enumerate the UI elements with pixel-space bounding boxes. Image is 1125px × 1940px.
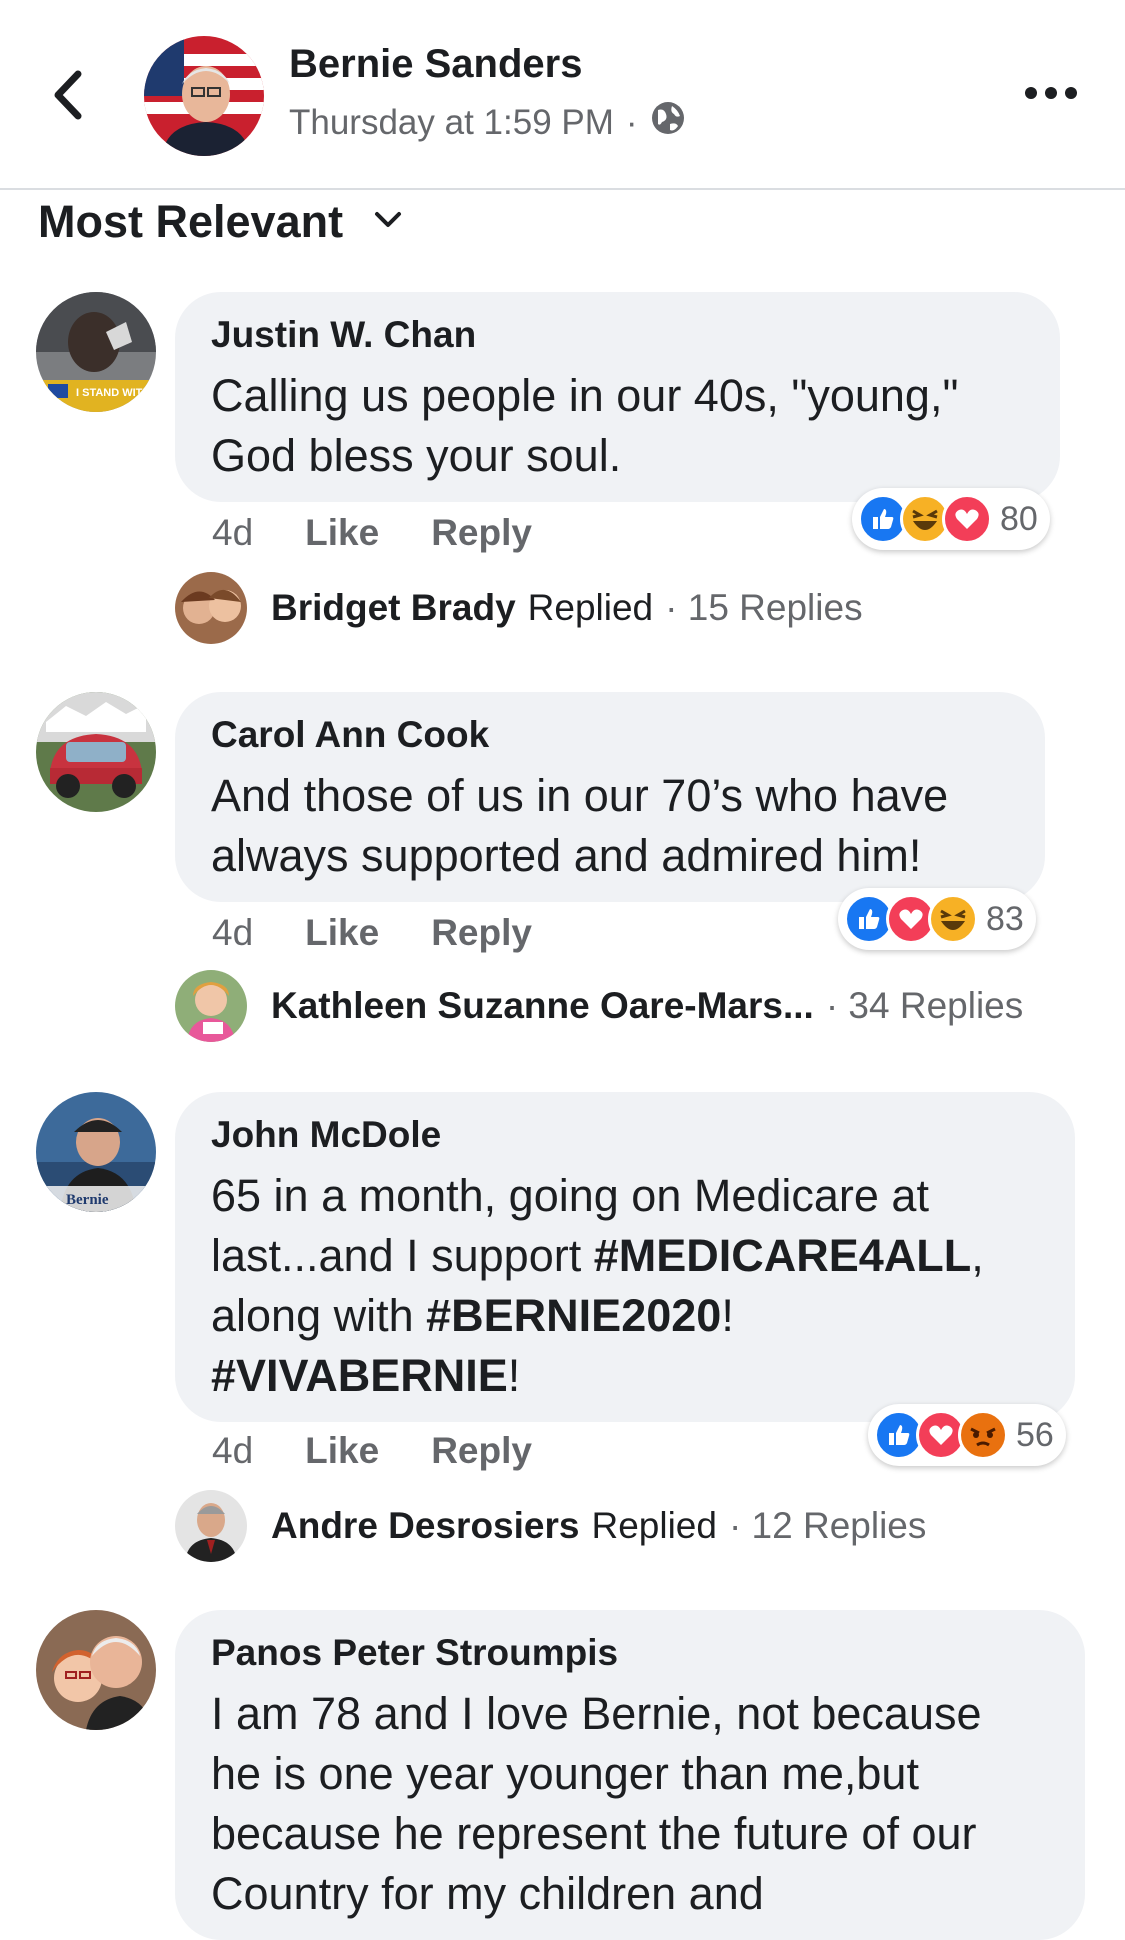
replies-link[interactable]: Andre Desrosiers Replied · 12 Replies bbox=[175, 1490, 926, 1562]
reply-verb: Replied bbox=[591, 1505, 717, 1546]
comment-time[interactable]: 4d bbox=[212, 512, 253, 554]
avatar[interactable] bbox=[36, 1610, 156, 1730]
comment-line: I am 78 and I love Bernie, not because bbox=[211, 1688, 982, 1739]
reaction-summary[interactable]: 83 bbox=[838, 888, 1036, 950]
reply-author: Bridget Brady bbox=[271, 587, 516, 628]
comment-line: #VIVABERNIE! bbox=[211, 1346, 1039, 1406]
avatar[interactable]: Bernie bbox=[36, 1092, 156, 1212]
comment-actions: 4d Like Reply bbox=[212, 512, 584, 554]
avatar bbox=[175, 970, 247, 1042]
text-span: along with bbox=[211, 1290, 427, 1341]
comment-text: And those of us in our 70’s who have alw… bbox=[211, 766, 1009, 886]
comment-actions: 4d Like Reply bbox=[212, 1430, 584, 1472]
avatar bbox=[175, 1490, 247, 1562]
comment-text: Calling us people in our 40s, "young," G… bbox=[211, 366, 1024, 486]
reply-author: Andre Desrosiers bbox=[271, 1505, 580, 1546]
chevron-down-icon bbox=[373, 210, 403, 235]
comment-author[interactable]: John McDole bbox=[211, 1114, 1039, 1156]
comment-time[interactable]: 4d bbox=[212, 1430, 253, 1472]
comment-bubble[interactable]: Justin W. Chan Calling us people in our … bbox=[175, 292, 1060, 502]
avatar[interactable] bbox=[144, 36, 264, 156]
comment-bubble[interactable]: Panos Peter Stroumpis I am 78 and I love… bbox=[175, 1610, 1085, 1940]
comment-line: 65 in a month, going on Medicare at bbox=[211, 1170, 929, 1221]
love-reaction-icon bbox=[942, 494, 992, 544]
comment-line: last...and I support #MEDICARE4ALL, bbox=[211, 1226, 1039, 1286]
comment-line: Country for my children and bbox=[211, 1868, 764, 1919]
comment-line: And those of us in our 70’s who have bbox=[211, 770, 949, 821]
reply-count: · 15 Replies bbox=[665, 587, 863, 628]
reaction-count: 56 bbox=[1016, 1415, 1054, 1454]
reply-verb: Replied bbox=[527, 587, 654, 628]
comment-author[interactable]: Carol Ann Cook bbox=[211, 714, 1009, 756]
reply-count: · 12 Replies bbox=[728, 1505, 927, 1546]
post-author-name[interactable]: Bernie Sanders bbox=[289, 42, 582, 87]
post-timestamp: Thursday at 1:59 PM bbox=[289, 102, 614, 142]
hashtag-link[interactable]: #BERNIE2020 bbox=[426, 1290, 721, 1341]
comment-bubble[interactable]: John McDole 65 in a month, going on Medi… bbox=[175, 1092, 1075, 1422]
back-arrow-icon[interactable] bbox=[40, 60, 100, 130]
reply-author: Kathleen Suzanne Oare-Mars... bbox=[271, 985, 814, 1026]
more-icon[interactable] bbox=[1021, 78, 1081, 108]
meta-separator: · bbox=[625, 102, 638, 142]
avatar-badge-text: I STAND WITH bbox=[76, 387, 150, 399]
reply-button[interactable]: Reply bbox=[431, 1430, 532, 1472]
reaction-count: 80 bbox=[1000, 499, 1038, 538]
text-span: , bbox=[971, 1230, 984, 1281]
hashtag-link[interactable]: #MEDICARE4ALL bbox=[594, 1230, 972, 1281]
comment-line: Calling us people in our 40s, "young," bbox=[211, 370, 959, 421]
reaction-count: 83 bbox=[986, 899, 1024, 938]
comment-author[interactable]: Justin W. Chan bbox=[211, 314, 1024, 356]
haha-reaction-icon bbox=[928, 894, 978, 944]
reply-button[interactable]: Reply bbox=[431, 912, 532, 954]
angry-reaction-icon bbox=[958, 1410, 1008, 1460]
comment-line: along with #BERNIE2020! bbox=[211, 1286, 1039, 1346]
text-span: last...and I support bbox=[211, 1230, 594, 1281]
replies-link[interactable]: Bridget Brady Replied · 15 Replies bbox=[175, 572, 863, 644]
hashtag-link[interactable]: #VIVABERNIE bbox=[211, 1350, 508, 1401]
like-button[interactable]: Like bbox=[305, 1430, 379, 1472]
like-button[interactable]: Like bbox=[305, 512, 379, 554]
comment-line: always supported and admired him! bbox=[211, 830, 922, 881]
post-meta: Thursday at 1:59 PM · bbox=[289, 100, 686, 145]
avatar-badge-text: Bernie bbox=[66, 1192, 109, 1208]
replies-link[interactable]: Kathleen Suzanne Oare-Mars... · 34 Repli… bbox=[175, 970, 1023, 1042]
reaction-summary[interactable]: 56 bbox=[868, 1404, 1066, 1466]
comment-text: I am 78 and I love Bernie, not because h… bbox=[211, 1684, 1049, 1924]
comment-line: God bless your soul. bbox=[211, 430, 622, 481]
comment-actions: 4d Like Reply bbox=[212, 912, 584, 954]
sort-selector[interactable]: Most Relevant bbox=[38, 192, 403, 252]
avatar[interactable] bbox=[36, 692, 156, 812]
sort-label: Most Relevant bbox=[38, 196, 344, 247]
reply-count: · 34 Replies bbox=[825, 985, 1024, 1026]
comment-time[interactable]: 4d bbox=[212, 912, 253, 954]
post-header: Bernie Sanders Thursday at 1:59 PM · bbox=[0, 0, 1125, 190]
like-button[interactable]: Like bbox=[305, 912, 379, 954]
comment-bubble[interactable]: Carol Ann Cook And those of us in our 70… bbox=[175, 692, 1045, 902]
avatar[interactable]: I STAND WITH bbox=[36, 292, 156, 412]
comment-line: he is one year younger than me,but bbox=[211, 1748, 919, 1799]
reply-button[interactable]: Reply bbox=[431, 512, 532, 554]
avatar bbox=[175, 572, 247, 644]
reaction-summary[interactable]: 80 bbox=[852, 488, 1050, 550]
text-span: ! bbox=[721, 1290, 734, 1341]
comment-author[interactable]: Panos Peter Stroumpis bbox=[211, 1632, 1049, 1674]
comment-line: because he represent the future of our bbox=[211, 1808, 977, 1859]
text-span: ! bbox=[507, 1350, 521, 1401]
globe-icon bbox=[650, 100, 686, 145]
comment-text: 65 in a month, going on Medicare at last… bbox=[211, 1166, 1039, 1406]
